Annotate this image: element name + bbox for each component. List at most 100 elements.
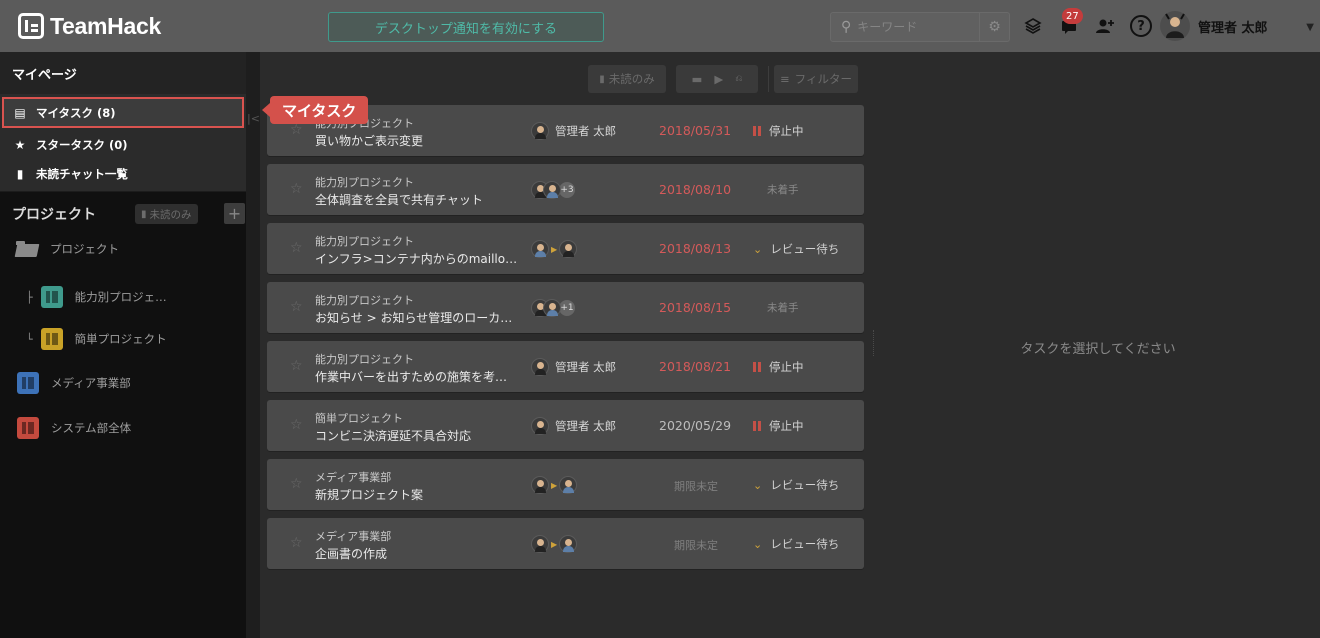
select-task-hint: タスクを選択してください	[1020, 342, 1176, 357]
projects-title: プロジェクト	[12, 206, 96, 223]
status-label: 停止中	[769, 419, 804, 433]
task-due-date: 2020/05/29	[659, 418, 732, 433]
star-icon[interactable]: ☆	[290, 535, 303, 551]
unread-only-filter-button[interactable]: ▮ 未読のみ	[588, 65, 666, 93]
project-item-simple[interactable]: └ 簡単プロジェクト	[26, 328, 167, 350]
task-due-date: 2018/05/31	[659, 123, 732, 138]
task-row[interactable]: ☆ 能力別プロジェクト お知らせ > お知らせ管理のローカ… +1 2018/0…	[267, 282, 864, 333]
project-icon	[40, 328, 63, 350]
user-name: 管理者 太郎	[1198, 20, 1268, 36]
task-row[interactable]: ☆ メディア事業部 企画書の作成 ▶ 期限未定 ⌄ レビュー待ち	[267, 518, 864, 569]
task-name: 作業中バーを出すための施策を考…	[315, 370, 508, 384]
task-row[interactable]: ☆ 能力別プロジェクト 作業中バーを出すための施策を考… 管理者 太郎 2018…	[267, 341, 864, 392]
user-menu[interactable]: 管理者 太郎 ▼	[1160, 10, 1320, 42]
mypage-title: マイページ	[0, 52, 246, 94]
notification-count-badge: 27	[1062, 8, 1083, 24]
star-icon[interactable]: ☆	[290, 240, 303, 256]
projects-unread-only-button[interactable]: ▮ 未読のみ	[135, 204, 198, 224]
chevron-down-icon: ⌄	[753, 537, 763, 551]
status-label: レビュー待ち	[770, 537, 840, 551]
status-label: レビュー待ち	[770, 242, 840, 256]
task-row[interactable]: ☆ 能力別プロジェクト インフラ>コンテナ内からのmaillo… ▶ 2018/…	[267, 223, 864, 274]
chat-icon: ▮	[16, 166, 24, 181]
status-filter-buttons[interactable]: ▬ ▶ ⎌	[676, 65, 758, 93]
sidebar-item-starred-tasks[interactable]: ★ スタータスク (0)	[0, 130, 246, 159]
unread-only-label: 未読のみ	[149, 208, 192, 221]
chevron-down-icon: ⌄	[753, 478, 763, 492]
search-input[interactable]	[857, 20, 958, 34]
task-project: メディア事業部	[315, 471, 392, 484]
star-icon[interactable]: ☆	[290, 299, 303, 315]
arrow-right-icon: ▶	[551, 244, 558, 254]
sidebar-item-my-tasks[interactable]: ▤ マイタスク (8)	[2, 97, 244, 128]
project-item-system[interactable]: システム部全体	[17, 417, 131, 439]
chevron-down-icon: ▼	[1306, 22, 1314, 33]
pause-icon	[753, 362, 761, 372]
task-project: 能力別プロジェクト	[315, 294, 414, 307]
task-assignee: 管理者 太郎	[531, 358, 616, 376]
star-icon[interactable]: ☆	[290, 476, 303, 492]
task-row[interactable]: ☆ メディア事業部 新規プロジェクト案 ▶ 期限未定 ⌄ レビュー待ち	[267, 459, 864, 510]
star-icon[interactable]: ☆	[290, 181, 303, 197]
toolbar-divider	[768, 66, 769, 92]
arrow-right-icon: ▶	[551, 480, 558, 490]
folder-icon	[16, 241, 38, 257]
assignee-name: 管理者 太郎	[555, 124, 617, 138]
task-assignee: ▶	[531, 476, 578, 494]
task-status: 停止中	[753, 418, 804, 434]
task-due-date: 2018/08/10	[659, 182, 732, 197]
task-detail-panel: タスクを選択してください	[876, 52, 1320, 638]
task-assignee: 管理者 太郎	[531, 122, 616, 140]
layers-icon[interactable]	[1020, 13, 1046, 39]
star-icon[interactable]: ☆	[290, 122, 303, 138]
project-folder[interactable]: プロジェクト	[16, 241, 119, 257]
mypage-menu: ▤ マイタスク (8) ★ スタータスク (0) ▮ 未読チャット一覧	[0, 94, 246, 191]
task-list-panel: ▮ 未読のみ ▬ ▶ ⎌ ≡ フィルター ☆ 能力別プロジェクト 買い物かご表示…	[260, 52, 872, 638]
sidebar-item-unread-chats[interactable]: ▮ 未読チャット一覧	[0, 159, 246, 188]
star-icon[interactable]: ☆	[290, 417, 303, 433]
project-icon	[40, 286, 63, 308]
task-assignee: ▶	[531, 240, 578, 258]
document-icon: ▤	[14, 105, 26, 120]
task-row[interactable]: ☆ 簡単プロジェクト コンビニ決済遅延不具合対応 管理者 太郎 2020/05/…	[267, 400, 864, 451]
sidebar: マイページ ▤ マイタスク (8) ★ スタータスク (0) ▮ 未読チャット一…	[0, 52, 246, 638]
task-due-date: 期限未定	[674, 480, 718, 493]
logo[interactable]: TeamHack	[18, 12, 161, 40]
task-project: 能力別プロジェクト	[315, 176, 414, 189]
filter-label: フィルター	[794, 72, 852, 86]
project-label: メディア事業部	[51, 376, 131, 390]
task-assignee: 管理者 太郎	[531, 417, 616, 435]
task-row[interactable]: ☆ 能力別プロジェクト 全体調査を全員で共有チャット +3 2018/08/10…	[267, 164, 864, 215]
task-name: お知らせ > お知らせ管理のローカ…	[315, 311, 513, 325]
help-icon[interactable]: ?	[1128, 13, 1154, 39]
star-icon[interactable]: ☆	[290, 358, 303, 374]
sidebar-item-label: マイタスク (8)	[36, 105, 116, 120]
task-status: 停止中	[753, 359, 804, 375]
status-label: 停止中	[769, 360, 804, 374]
task-due-date: 2018/08/13	[659, 241, 732, 256]
project-item-skill[interactable]: ├ 能力別プロジェ…	[26, 286, 167, 308]
task-status: ⌄ レビュー待ち	[753, 477, 839, 493]
status-label: 未着手	[767, 302, 799, 314]
search-settings-icon[interactable]: ⚙	[980, 12, 1010, 42]
task-due-date: 期限未定	[674, 539, 718, 552]
add-user-icon[interactable]	[1092, 13, 1118, 39]
task-due-date: 2018/08/21	[659, 359, 732, 374]
assignee-name: 管理者 太郎	[555, 419, 617, 433]
task-status: 停止中	[753, 123, 804, 139]
tree-branch-icon: ├	[26, 290, 33, 304]
sidebar-resize-strip[interactable]	[246, 52, 260, 638]
task-name: コンビニ決済遅延不具合対応	[315, 429, 472, 443]
project-label: 能力別プロジェ…	[74, 290, 167, 304]
filter-icon: ≡	[780, 72, 790, 86]
project-item-media[interactable]: メディア事業部	[17, 372, 131, 394]
more-assignees-count: +1	[559, 300, 575, 316]
filter-button[interactable]: ≡ フィルター	[774, 65, 858, 93]
enable-desktop-notification-button[interactable]: デスクトップ通知を有効にする	[328, 12, 604, 42]
chevron-down-icon: ⌄	[753, 242, 763, 256]
project-folder-label: プロジェクト	[50, 242, 119, 256]
avatar	[531, 476, 549, 494]
status-label: 未着手	[767, 184, 799, 196]
collapse-sidebar-icon[interactable]: |<	[247, 112, 260, 125]
add-project-button[interactable]: +	[224, 203, 245, 224]
